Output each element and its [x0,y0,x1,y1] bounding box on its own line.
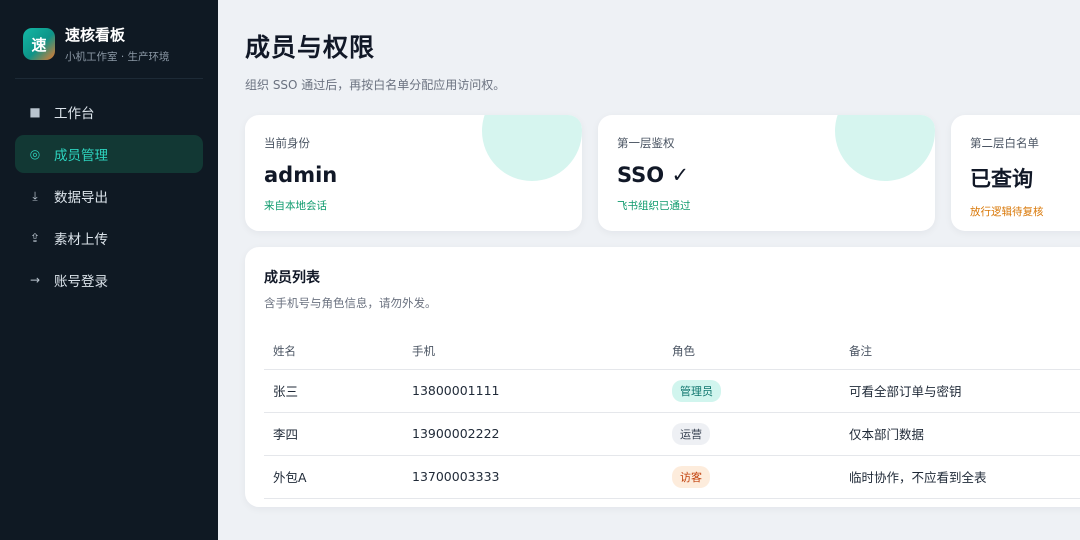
member-name: 张三 [264,369,403,413]
page-title: 成员与权限 [245,33,376,62]
brand-text: 速核看板 小机工作室 · 生产环境 [65,24,170,64]
sidebar-item-members[interactable]: ◎ 成员管理 [15,135,203,173]
table-row: 外包A 13700003333 访客 临时协作，不应看到全表 [264,455,1080,499]
card-label: 第二层白名单 [970,136,1039,150]
card-label: 当前身份 [264,136,310,150]
brand: 速 速核看板 小机工作室 · 生产环境 [15,24,203,79]
member-phone: 13700003333 [403,455,663,499]
table-row: 李四 13900002222 运营 仅本部门数据 [264,412,1080,456]
sidebar-item-label: 账号登录 [54,274,108,290]
sidebar-item-upload[interactable]: ⇪ 素材上传 [15,219,203,257]
sidebar-item-login[interactable]: → 账号登录 [15,261,203,299]
panel-title: 成员列表 [264,270,320,286]
member-list-panel: 成员列表 含手机号与角色信息，请勿外发。 姓名 手机 角色 备注 张三 1380… [245,247,1080,507]
member-role-cell: 运营 [663,412,840,456]
members-icon: ◎ [29,147,41,161]
panel-subtitle: 含手机号与角色信息，请勿外发。 [264,296,437,310]
sidebar-item-label: 素材上传 [54,232,108,248]
member-name: 外包A [264,455,403,499]
card-note: 飞书组织已通过 [617,200,691,212]
card-note: 来自本地会话 [264,200,327,212]
card-value: SSO ✓ [617,163,690,187]
sidebar-nav: ■ 工作台 ◎ 成员管理 ⤓ 数据导出 ⇪ 素材上传 → 账号登录 [15,93,203,299]
member-name: 李四 [264,412,403,456]
sidebar-item-workbench[interactable]: ■ 工作台 [15,93,203,131]
whitelist-card: 第二层白名单 已查询 放行逻辑待复核 [951,115,1080,231]
sidebar-item-label: 数据导出 [54,190,108,206]
arrow-right-icon: → [29,273,41,287]
member-phone: 13800001111 [403,369,663,413]
workbench-icon: ■ [29,105,41,119]
main-content: 成员与权限 组织 SSO 通过后，再按白名单分配应用访问权。 当前身份 admi… [218,0,1080,540]
member-table: 姓名 手机 角色 备注 张三 13800001111 管理员 可看全部订单与密钥… [264,333,1080,499]
column-header-phone: 手机 [403,333,663,370]
member-role-cell: 管理员 [663,369,840,413]
app-shell: 速 速核看板 小机工作室 · 生产环境 ■ 工作台 ◎ 成员管理 ⤓ 数据导出 … [0,0,1080,540]
role-badge: 运营 [672,422,710,445]
role-badge: 访客 [672,465,710,488]
table-row: 张三 13800001111 管理员 可看全部订单与密钥 [264,369,1080,413]
environment-label: 小机工作室 · 生产环境 [65,51,170,63]
table-header-row: 姓名 手机 角色 备注 [264,333,1080,370]
sidebar-item-label: 工作台 [54,106,95,122]
sidebar: 速 速核看板 小机工作室 · 生产环境 ■ 工作台 ◎ 成员管理 ⤓ 数据导出 … [0,0,218,540]
role-badge: 管理员 [672,379,721,402]
sso-auth-card: 第一层鉴权 SSO ✓ 飞书组织已通过 [598,115,935,231]
download-icon: ⤓ [32,188,38,203]
card-note: 放行逻辑待复核 [970,206,1044,218]
status-cards: 当前身份 admin 来自本地会话 第一层鉴权 SSO ✓ 飞书组织已通过 第二… [245,115,1080,231]
app-logo: 速 [23,28,55,60]
sidebar-item-export[interactable]: ⤓ 数据导出 [15,177,203,215]
member-role-cell: 访客 [663,455,840,499]
identity-card: 当前身份 admin 来自本地会话 [245,115,582,231]
card-value: 已查询 [970,167,1033,191]
page-subtitle: 组织 SSO 通过后，再按白名单分配应用访问权。 [245,78,506,92]
card-value: admin [264,163,338,187]
member-note: 临时协作，不应看到全表 [840,455,1080,499]
app-name: 速核看板 [65,26,126,44]
column-header-note: 备注 [840,333,1080,370]
member-phone: 13900002222 [403,412,663,456]
upload-icon: ⇪ [29,231,41,245]
sidebar-item-label: 成员管理 [54,148,108,164]
member-note: 可看全部订单与密钥 [840,369,1080,413]
member-note: 仅本部门数据 [840,412,1080,456]
column-header-name: 姓名 [264,333,403,370]
column-header-role: 角色 [663,333,840,370]
card-label: 第一层鉴权 [617,136,675,150]
